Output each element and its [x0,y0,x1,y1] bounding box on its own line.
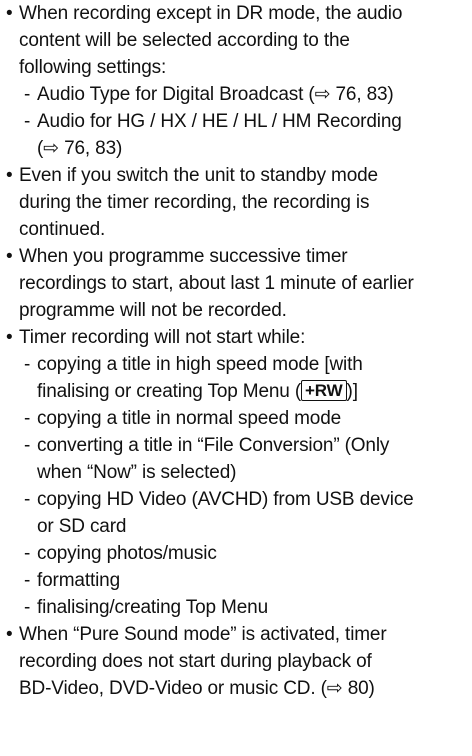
bullet-successive-timer: When you programme successive timer reco… [6,243,472,324]
text-line: copying HD Video (AVCHD) from USB device [37,489,414,510]
subitem-audio-type: - Audio Type for Digital Broadcast (⇨ 76… [6,81,472,108]
text-line: recording does not start during playback… [19,651,372,672]
rw-disc-badge: +RW [301,380,347,401]
subitem-formatting: - formatting [6,567,472,594]
subitem-file-conversion: - converting a title in “File Conversion… [6,432,472,486]
text-line: (⇨ 76, 83) [37,138,123,159]
text-line: finalising or creating Top Menu (+RW)] [37,378,472,405]
text-fragment: finalising or creating Top Menu ( [37,381,302,402]
text-line: recordings to start, about last 1 minute… [19,273,414,294]
text-line: Timer recording will not start while: [19,327,306,348]
subitem-finalising: - finalising/creating Top Menu [6,594,472,621]
text-line: Audio for HG / HX / HE / HL / HM Recordi… [37,111,402,132]
dash-marker: - [24,570,31,591]
bullet-timer-not-start: Timer recording will not start while: [6,324,472,351]
document-body: When recording except in DR mode, the au… [0,0,472,702]
text-line: converting a title in “File Conversion” … [37,435,390,456]
dash-marker: - [24,84,31,105]
text-line: formatting [37,570,120,591]
bullet-pure-sound: When “Pure Sound mode” is activated, tim… [6,621,472,702]
text-line: When you programme successive timer [19,246,348,267]
text-line: Even if you switch the unit to standby m… [19,165,378,186]
dash-marker: - [24,435,31,456]
text-line: when “Now” is selected) [37,462,237,483]
text-line: continued. [19,219,106,240]
subitem-normal-speed-copy: - copying a title in normal speed mode [6,405,472,432]
text-line: When “Pure Sound mode” is activated, tim… [19,624,387,645]
dash-marker: - [24,543,31,564]
text-line: BD-Video, DVD-Video or music CD. (⇨ 80) [19,678,375,699]
dash-marker: - [24,111,31,132]
subitem-audio-recording: - Audio for HG / HX / HE / HL / HM Recor… [6,108,472,162]
text-line: When recording except in DR mode, the au… [19,3,403,24]
dash-marker: - [24,408,31,429]
text-fragment: )] [346,381,358,402]
text-line: copying a title in normal speed mode [37,408,342,429]
text-line: copying photos/music [37,543,217,564]
bullet-standby: Even if you switch the unit to standby m… [6,162,472,243]
text-line: programme will not be recorded. [19,300,287,321]
subitem-avchd-copy: - copying HD Video (AVCHD) from USB devi… [6,486,472,540]
text-line: following settings: [19,57,167,78]
subitem-high-speed-copy: - copying a title in high speed mode [wi… [6,351,472,405]
dash-marker: - [24,489,31,510]
dash-marker: - [24,354,31,375]
dash-marker: - [24,597,31,618]
text-line: finalising/creating Top Menu [37,597,268,618]
subitem-photos-music: - copying photos/music [6,540,472,567]
text-line: Audio Type for Digital Broadcast (⇨ 76, … [37,84,394,105]
bullet-audio-settings: When recording except in DR mode, the au… [6,0,472,81]
text-line: during the timer recording, the recordin… [19,192,370,213]
text-line: or SD card [37,516,127,537]
text-line: content will be selected according to th… [19,30,350,51]
text-line: copying a title in high speed mode [with [37,354,363,375]
